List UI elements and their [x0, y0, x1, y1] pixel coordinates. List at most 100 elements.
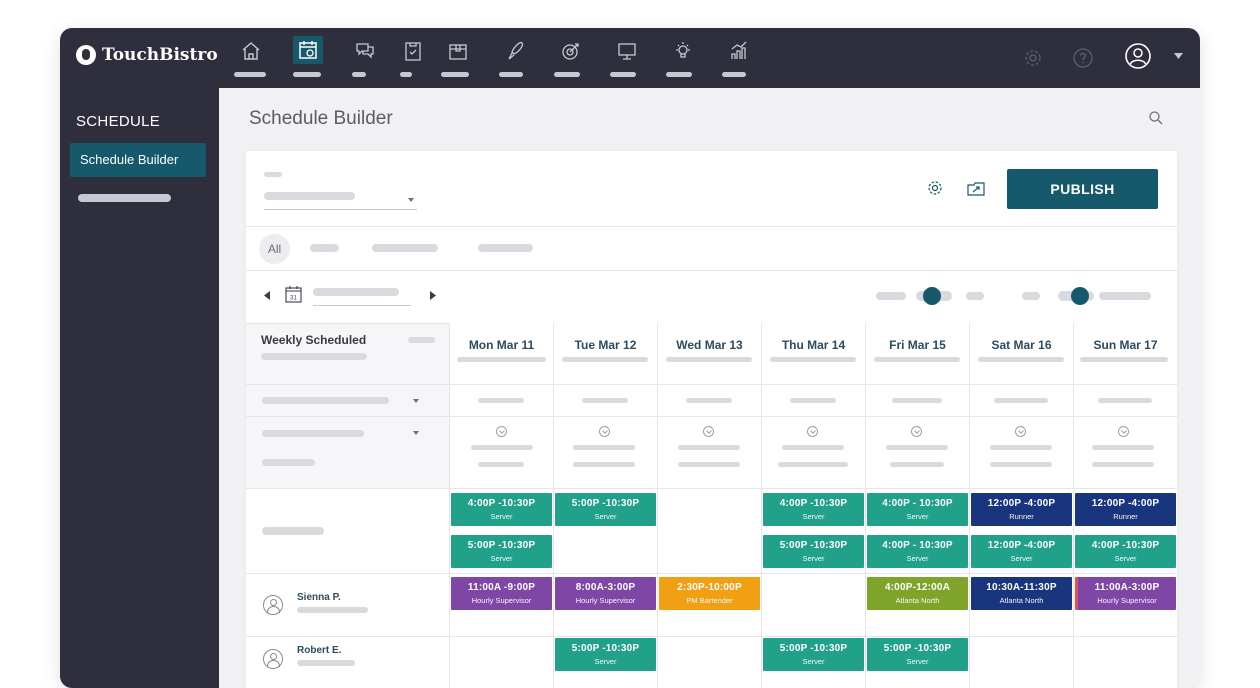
calendar-icon[interactable]: 31 — [285, 285, 302, 303]
filter-chip-placeholder[interactable] — [310, 244, 339, 252]
schedule-card: PUBLISH All 31 Weekly Scheduled Mon Mar … — [246, 151, 1177, 688]
shift-role: Atlanta North — [895, 596, 940, 605]
shift-block[interactable]: 5:00P -10:30P Server — [763, 638, 864, 671]
sidebar: SCHEDULE Schedule Builder — [60, 88, 219, 688]
expand-day-icon[interactable] — [1015, 426, 1026, 437]
shift-block[interactable]: 10:30A-11:30P Atlanta North — [971, 577, 1072, 610]
monitor-icon — [618, 43, 636, 60]
nav-reports-label — [722, 72, 746, 77]
filter-chip-placeholder[interactable] — [372, 244, 438, 252]
nav-ideas[interactable] — [666, 36, 700, 82]
nav-reports[interactable] — [722, 36, 756, 82]
shift-block[interactable]: 4:00P -10:30P Server — [451, 493, 552, 526]
sidebar-item-placeholder[interactable] — [78, 194, 171, 202]
prev-week-icon[interactable] — [264, 291, 270, 300]
day-stat-placeholder — [990, 445, 1052, 450]
shift-block[interactable]: 5:00P -10:30P Server — [451, 535, 552, 568]
day-stat-placeholder — [1092, 462, 1154, 467]
row-dropdown-icon[interactable] — [413, 399, 419, 403]
schedule-icon — [299, 41, 317, 59]
gear-icon[interactable] — [1022, 47, 1044, 69]
toggle-label-placeholder — [876, 292, 906, 300]
shift-block[interactable]: 2:30P-10:00P PM Bartender — [659, 577, 760, 610]
brand-name: TouchBistro — [102, 45, 218, 65]
nav-devices-label — [610, 72, 636, 77]
shift-block[interactable]: 5:00P -10:30P Server — [763, 535, 864, 568]
day-header-wed[interactable]: Wed Mar 13 — [658, 338, 761, 352]
day-header-mon[interactable]: Mon Mar 11 — [450, 338, 553, 352]
shift-block[interactable]: 11:00A -9:00P Hourly Supervisor — [451, 577, 552, 610]
shift-block[interactable]: 5:00P -10:30P Server — [555, 638, 656, 671]
filter-all-chip[interactable]: All — [259, 234, 290, 264]
employee-detail-placeholder — [297, 607, 368, 613]
shift-role: Server — [594, 512, 617, 521]
shift-block[interactable]: 4:00P - 10:30P Server — [867, 493, 968, 526]
weekly-scheduled-label: Weekly Scheduled — [261, 333, 367, 347]
day-header-sat[interactable]: Sat Mar 16 — [970, 338, 1073, 352]
settings-icon[interactable] — [926, 179, 944, 197]
shift-time: 2:30P-10:00P — [677, 582, 742, 593]
brand-logo[interactable]: TouchBistro — [76, 45, 218, 65]
nav-tasks[interactable] — [396, 36, 430, 82]
shift-block[interactable]: 8:00A-3:00P Hourly Supervisor — [555, 577, 656, 610]
day-stat-placeholder — [478, 398, 524, 403]
publish-button[interactable]: PUBLISH — [1007, 169, 1158, 209]
shift-block[interactable]: 4:00P -10:30P Server — [1075, 535, 1176, 568]
shift-block[interactable]: 5:00P -10:30P Server — [867, 638, 968, 671]
sidebar-item-schedule-builder[interactable]: Schedule Builder — [70, 143, 206, 177]
filter-chip-placeholder[interactable] — [478, 244, 533, 252]
nav-menu[interactable] — [499, 36, 533, 82]
location-select-placeholder[interactable] — [264, 192, 355, 200]
nav-marketing[interactable] — [554, 36, 588, 82]
shift-block[interactable]: 4:00P -10:30P Server — [763, 493, 864, 526]
row-dropdown-icon[interactable] — [413, 431, 419, 435]
expand-day-icon[interactable] — [599, 426, 610, 437]
shift-time: 10:30A-11:30P — [986, 582, 1057, 593]
nav-schedule[interactable] — [293, 36, 327, 82]
location-dropdown-icon[interactable] — [408, 198, 414, 202]
shift-block[interactable]: 4:00P - 10:30P Server — [867, 535, 968, 568]
nav-messages[interactable] — [348, 36, 382, 82]
nav-messages-label — [352, 72, 366, 77]
expand-day-icon[interactable] — [1118, 426, 1129, 437]
shift-role: Atlanta North — [999, 596, 1044, 605]
expand-day-icon[interactable] — [807, 426, 818, 437]
shift-time: 11:00A-3:00P — [1094, 582, 1160, 593]
nav-devices[interactable] — [610, 36, 644, 82]
shift-block[interactable]: 5:00P -10:30P Server — [555, 493, 656, 526]
day-header-tue[interactable]: Tue Mar 12 — [554, 338, 657, 352]
shift-time: 5:00P -10:30P — [883, 643, 952, 654]
help-icon[interactable] — [1072, 47, 1094, 69]
shift-block[interactable]: 12:00P -4:00P Runner — [971, 493, 1072, 526]
toggle-knob[interactable] — [1071, 287, 1089, 305]
date-range-placeholder[interactable] — [313, 288, 399, 296]
day-stat-placeholder — [994, 398, 1048, 403]
employee-name[interactable]: Robert E. — [297, 645, 341, 656]
day-stat-placeholder — [478, 462, 524, 467]
expand-day-icon[interactable] — [703, 426, 714, 437]
shift-block[interactable]: 12:00P -4:00P Runner — [1075, 493, 1176, 526]
shift-time: 12:00P -4:00P — [987, 498, 1056, 509]
shift-block[interactable]: 4:00P-12:00A Atlanta North — [867, 577, 968, 610]
search-icon[interactable] — [1148, 110, 1164, 126]
shift-block[interactable]: 12:00P -4:00P Server — [971, 535, 1072, 568]
day-stat-placeholder — [666, 357, 752, 362]
export-icon[interactable] — [966, 180, 986, 197]
day-header-fri[interactable]: Fri Mar 15 — [866, 338, 969, 352]
day-header-thu[interactable]: Thu Mar 14 — [762, 338, 865, 352]
next-week-icon[interactable] — [430, 291, 436, 300]
employee-name[interactable]: Sienna P. — [297, 592, 341, 603]
day-header-sun[interactable]: Sun Mar 17 — [1074, 338, 1177, 352]
day-stat-placeholder — [457, 357, 546, 362]
nav-inventory[interactable] — [441, 36, 475, 82]
caret-down-icon[interactable] — [1174, 53, 1183, 59]
expand-day-icon[interactable] — [911, 426, 922, 437]
grid-col-line — [1073, 323, 1074, 688]
toggle-knob[interactable] — [923, 287, 941, 305]
nav-home[interactable] — [234, 36, 268, 82]
shift-block-conflict[interactable]: 11:00A-3:00P Hourly Supervisor — [1075, 577, 1176, 610]
user-icon[interactable] — [1124, 42, 1152, 70]
shift-time: 11:00A -9:00P — [467, 582, 536, 593]
shift-role: Server — [1114, 554, 1137, 563]
expand-day-icon[interactable] — [496, 426, 507, 437]
